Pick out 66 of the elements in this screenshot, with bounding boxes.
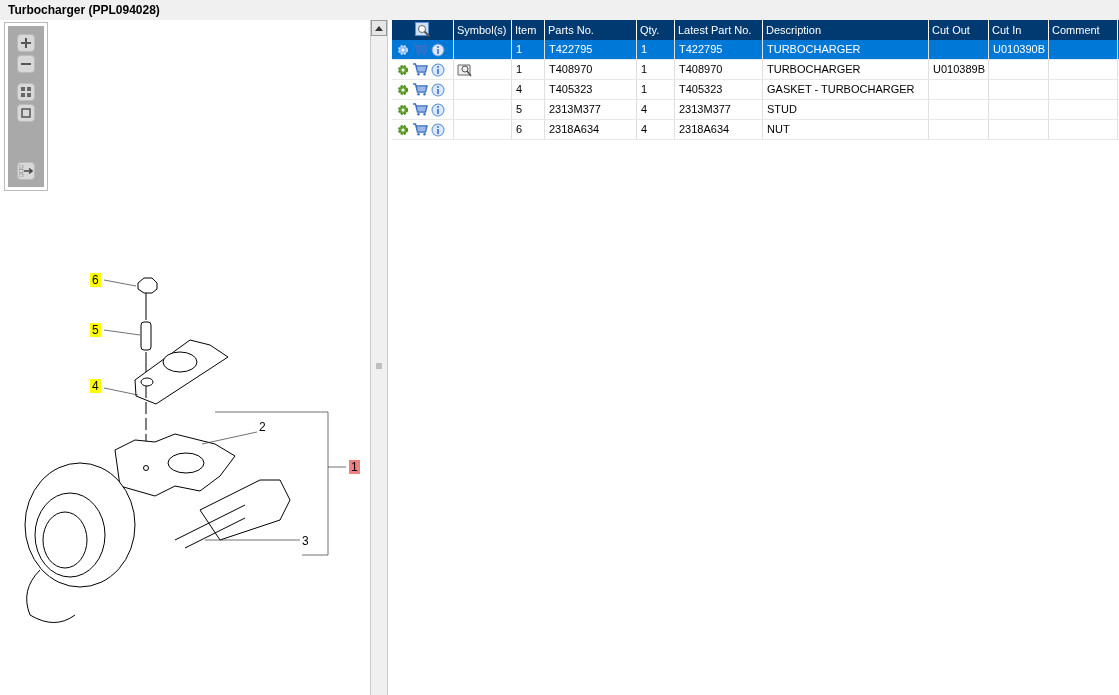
- table-cell-text: 1: [641, 62, 648, 78]
- table-row[interactable]: 1 T408970 1 T408970 TURBOCHARGER U010389B: [392, 60, 1119, 80]
- table-cell-text: TURBOCHARGER: [767, 42, 861, 58]
- table-row[interactable]: 5 2313M377 4 2313M377 STUD: [392, 100, 1119, 120]
- table-cell-text: T408970: [549, 62, 593, 78]
- cart-icon[interactable]: [412, 63, 428, 76]
- table-cell-text: 4: [516, 82, 523, 98]
- info-icon[interactable]: [431, 122, 445, 137]
- table-row[interactable]: 4 T405323 1 T405323 GASKET - TURBOCHARGER: [392, 80, 1119, 100]
- table-cell-text: 6: [516, 122, 523, 138]
- table-cell-text: 2313M377: [679, 102, 731, 118]
- table-cell-text: 1: [516, 62, 523, 78]
- info-icon[interactable]: [431, 42, 445, 57]
- table-cell-text: 1: [516, 42, 523, 58]
- gear-icon[interactable]: [397, 83, 409, 96]
- window-title: Turbocharger (PPL094028): [8, 2, 160, 19]
- table-cell-text: T405323: [549, 82, 593, 98]
- actual-size-button[interactable]: [17, 104, 35, 122]
- grid-icon: [21, 87, 31, 97]
- grip-icon[interactable]: [376, 362, 382, 369]
- info-icon[interactable]: [431, 102, 445, 117]
- table-cell-text: 4: [641, 122, 648, 138]
- cart-icon[interactable]: [412, 103, 428, 116]
- cart-icon[interactable]: [412, 123, 428, 136]
- callout-label[interactable]: 2: [257, 420, 268, 434]
- callout-label[interactable]: 1: [349, 460, 360, 474]
- fit-all-button[interactable]: [17, 83, 35, 101]
- table-cell-text: T405323: [679, 82, 723, 98]
- callout-label[interactable]: 6: [90, 273, 101, 287]
- book-magnifier-icon[interactable]: [457, 62, 473, 77]
- table-cell-text: U010390B: [993, 42, 1045, 58]
- caret-up-icon: [375, 25, 383, 31]
- table-cell-text: GASKET - TURBOCHARGER: [767, 82, 915, 98]
- zoom-in-button[interactable]: [17, 34, 35, 52]
- callout-label[interactable]: 5: [90, 323, 101, 337]
- callout-label[interactable]: 3: [300, 534, 311, 548]
- table-cell-text: T422795: [549, 42, 593, 58]
- table-cell-text: 1: [641, 42, 648, 58]
- gear-icon[interactable]: [397, 103, 409, 116]
- table-cell-text: T422795: [679, 42, 723, 58]
- callout-label[interactable]: 4: [90, 379, 101, 393]
- table-cell-text: 2318A634: [549, 122, 600, 138]
- table-cell-text: NUT: [767, 122, 790, 138]
- table-cell-text: 4: [641, 102, 648, 118]
- table-cell-text: 5: [516, 102, 523, 118]
- list-arrow-icon: [19, 165, 33, 177]
- zoom-out-button[interactable]: [17, 55, 35, 73]
- table-cell-text: 1: [641, 82, 648, 98]
- table-cell-text: TURBOCHARGER: [767, 62, 861, 78]
- info-icon[interactable]: [431, 82, 445, 97]
- scroll-up-button[interactable]: [371, 20, 387, 36]
- table-cell-text: 2313M377: [549, 102, 601, 118]
- table-row[interactable]: 6 2318A634 4 2318A634 NUT: [392, 120, 1119, 140]
- gear-icon[interactable]: [397, 63, 409, 76]
- export-button[interactable]: [17, 162, 35, 180]
- table-cell-text: T408970: [679, 62, 723, 78]
- cart-icon[interactable]: [412, 83, 428, 96]
- square-icon: [21, 108, 31, 118]
- search-icon[interactable]: [414, 22, 431, 38]
- table-cell-text: STUD: [767, 102, 797, 118]
- table-cell-text: 2318A634: [679, 122, 730, 138]
- plus-icon: [21, 38, 31, 48]
- table-row[interactable]: 1 T422795 1 T422795 TURBOCHARGER U010390B: [392, 40, 1119, 60]
- table-cell-text: U010389B: [933, 62, 985, 78]
- gear-icon[interactable]: [397, 123, 409, 136]
- info-icon[interactable]: [431, 62, 445, 77]
